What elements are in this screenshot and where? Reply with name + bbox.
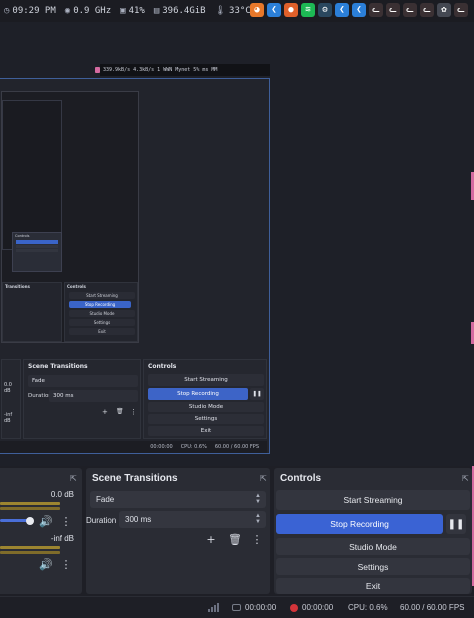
pause-recording-icon[interactable]: ❚❚ xyxy=(446,514,466,534)
cat-icon[interactable]: ᓚ xyxy=(369,3,383,17)
cat-icon[interactable]: ᓚ xyxy=(420,3,434,17)
cpu-status: CPU: 0.6% xyxy=(348,603,388,612)
transition-select[interactable]: Fade ▲ ▼ xyxy=(90,491,266,508)
nested-menu-icon: ⋮ xyxy=(130,408,137,416)
controls-title: Controls xyxy=(280,473,322,484)
preview-canvas[interactable]: 339.9kB/s 4.3kB/s 1 WWN Mynet 5% ms MM C… xyxy=(0,22,474,466)
scene-transitions-panel: Scene Transitions ⇱ Fade ▲ ▼ Duration 300… xyxy=(86,468,270,594)
clock-time: 09:29 PM xyxy=(12,6,56,16)
steam-icon[interactable]: ⚙ xyxy=(318,3,332,17)
cpu-icon: ◉ xyxy=(64,6,71,16)
spotify-icon[interactable]: ≋ xyxy=(301,3,315,17)
audio-db-bottom: -inf dB xyxy=(50,534,74,543)
system-status-bar: ◷ 09:29 PM ◉ 0.9 GHz ▣ 41% ▤ 396.4GiB 🌡 … xyxy=(0,0,474,22)
audio-meter xyxy=(0,546,60,549)
popout-icon[interactable]: ⇱ xyxy=(462,474,469,483)
nested-obs-window: Controls Transitions Controls Start Stre… xyxy=(0,78,270,454)
disk-usage: ▤ 396.4GiB xyxy=(153,6,206,16)
audio-meter xyxy=(0,502,60,505)
chip-icon: ▣ xyxy=(120,6,126,16)
speaker-icon[interactable]: 🔊 xyxy=(38,514,54,528)
controls-panel: Controls ⇱ Start Streaming Stop Recordin… xyxy=(274,468,472,594)
firefox-icon[interactable]: ● xyxy=(284,3,298,17)
nested-indicator xyxy=(95,67,100,73)
nested-status-bar: 00:00:00 CPU: 0.6% 60.00 / 60.00 FPS xyxy=(0,441,267,453)
popout-icon[interactable]: ⇱ xyxy=(260,474,267,483)
nested-add-icon: + xyxy=(102,408,108,416)
mixer-menu-icon[interactable]: ⋮ xyxy=(58,557,74,571)
updown-icon: ▲ ▼ xyxy=(255,513,261,525)
vscode-icon[interactable]: ❮ xyxy=(267,3,281,17)
vscode-icon[interactable]: ❮ xyxy=(335,3,349,17)
nested-status-strip: 339.9kB/s 4.3kB/s 1 WWN Mynet 5% ms MM xyxy=(100,64,270,76)
popout-icon[interactable]: ⇱ xyxy=(70,474,77,483)
dock-row: ⇱ 0.0 dB 🔊 ⋮ -inf dB 🔊 ⋮ Scene Transitio… xyxy=(0,466,474,596)
settings-button[interactable]: Settings xyxy=(276,558,470,575)
clock: ◷ 09:29 PM xyxy=(4,6,56,16)
system-tray: ◕ ❮ ● ≋ ⚙ ❮ ❮ ᓚ ᓚ ᓚ ᓚ ✿ ᓚ xyxy=(250,3,468,17)
status-bar: 00:00:00 00:00:00 CPU: 0.6% 60.00 / 60.0… xyxy=(0,596,474,618)
duration-label: Duration xyxy=(86,516,117,525)
cpu-usage: ▣ 41% xyxy=(120,6,145,16)
nested-controls-mini: Controls xyxy=(12,232,62,272)
add-icon[interactable]: + xyxy=(203,532,219,546)
nested-scene-transitions: Scene Transitions Fade Duration 300 ms +… xyxy=(23,359,141,439)
nested-preview xyxy=(2,100,62,250)
scene-transitions-title: Scene Transitions xyxy=(92,473,178,484)
exit-button[interactable]: Exit xyxy=(276,578,470,594)
cat-icon[interactable]: ᓚ xyxy=(386,3,400,17)
nested-controls: Controls Start Streaming Stop Recording … xyxy=(143,359,267,439)
record-icon xyxy=(290,603,298,612)
disk-icon: ▤ xyxy=(153,6,160,16)
clock-icon: ◷ xyxy=(4,6,10,16)
nested-audio-mixer: 0.0 dB -inf dB xyxy=(1,359,21,439)
nested-pause-icon: ❚❚ xyxy=(250,388,264,400)
audio-meter xyxy=(0,551,60,554)
stream-status: 00:00:00 xyxy=(232,603,276,612)
stop-recording-button[interactable]: Stop Recording xyxy=(276,514,443,534)
temperature: 🌡 33°C xyxy=(214,6,251,16)
duration-input[interactable]: 300 ms ▲ ▼ xyxy=(119,511,266,528)
stream-icon xyxy=(232,604,241,611)
nested-obs-window-inner: Controls Transitions Controls Start Stre… xyxy=(1,91,139,343)
thermometer-icon: 🌡 xyxy=(214,6,227,16)
cpu-frequency: ◉ 0.9 GHz xyxy=(64,6,112,16)
cat-icon[interactable]: ᓚ xyxy=(454,3,468,17)
nested-mini-record xyxy=(16,240,58,244)
audio-meter xyxy=(0,507,60,510)
network-bars-icon xyxy=(208,603,219,612)
audio-mixer-panel: ⇱ 0.0 dB 🔊 ⋮ -inf dB 🔊 ⋮ xyxy=(0,468,82,594)
updown-icon: ▲ ▼ xyxy=(255,493,261,505)
vscode-icon[interactable]: ❮ xyxy=(352,3,366,17)
studio-mode-button[interactable]: Studio Mode xyxy=(276,538,470,555)
transition-menu-icon[interactable]: ⋮ xyxy=(249,532,265,546)
fps-status: 60.00 / 60.00 FPS xyxy=(400,603,465,612)
audio-db-top: 0.0 dB xyxy=(50,490,74,499)
start-streaming-button[interactable]: Start Streaming xyxy=(276,490,470,510)
cat-icon[interactable]: ᓚ xyxy=(403,3,417,17)
nested-controls-small: Controls Start Streaming Stop Recording … xyxy=(64,282,138,342)
trash-icon[interactable]: 🗑 xyxy=(227,532,243,546)
nested-trash-icon: 🗑 xyxy=(116,408,124,415)
nested-transitions-mini: Transitions xyxy=(2,282,62,342)
blender-icon[interactable]: ◕ xyxy=(250,3,264,17)
speaker-icon[interactable]: 🔊 xyxy=(38,557,54,571)
recording-status: 00:00:00 xyxy=(290,603,333,612)
volume-slider-knob[interactable] xyxy=(26,517,34,525)
mixer-menu-icon[interactable]: ⋮ xyxy=(58,514,74,528)
settings-icon[interactable]: ✿ xyxy=(437,3,451,17)
